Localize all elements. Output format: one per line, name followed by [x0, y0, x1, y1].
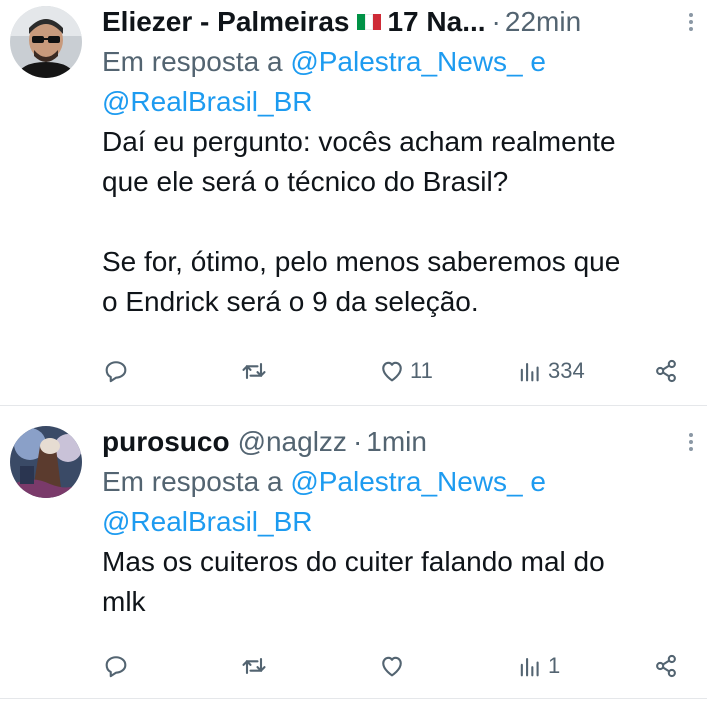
like-count: 11 — [410, 358, 433, 383]
reply-button[interactable] — [102, 351, 134, 391]
separator: · — [491, 6, 501, 37]
share-icon — [656, 654, 676, 678]
timestamp[interactable]: 22min — [505, 6, 581, 38]
mention-link[interactable]: @RealBrasil_BR — [102, 506, 313, 537]
heart-icon — [382, 361, 402, 382]
action-bar: 11 334 — [102, 351, 687, 391]
more-icon[interactable] — [687, 10, 695, 34]
reply-context: Em resposta a @Palestra_News_ e — [102, 462, 687, 502]
mention-link[interactable]: @Palestra_News_ e — [290, 46, 546, 77]
tweet-header: purosuco @naglzz · 1min — [102, 422, 687, 462]
share-button[interactable] — [652, 351, 680, 391]
reply-icon — [105, 361, 127, 383]
like-button[interactable] — [378, 646, 410, 686]
mention-link[interactable]: @Palestra_News_ e — [290, 466, 546, 497]
tweet-text: Daí eu pergunto: vocês acham realmente q… — [102, 126, 621, 317]
reply-icon — [105, 656, 127, 678]
heart-icon — [382, 656, 402, 677]
author-name[interactable]: Eliezer - Palmeiras — [102, 6, 349, 38]
action-bar: 1 — [102, 646, 687, 686]
author-name-suffix[interactable]: 17 Na... — [387, 6, 485, 38]
reply-prefix: Em resposta a — [102, 46, 283, 77]
views-button[interactable]: 334 — [516, 351, 585, 391]
more-icon[interactable] — [687, 430, 695, 454]
retweet-button[interactable] — [240, 351, 272, 391]
reply-context: Em resposta a @Palestra_News_ e — [102, 42, 687, 82]
tweet-header: Eliezer - Palmeiras 17 Na... · 22min — [102, 2, 687, 42]
tweet[interactable]: Eliezer - Palmeiras 17 Na... · 22min Em … — [0, 0, 707, 405]
views-count: 1 — [548, 653, 561, 678]
retweet-icon — [242, 362, 266, 380]
italy-flag-icon — [357, 14, 382, 30]
views-count: 334 — [548, 358, 585, 383]
author-handle[interactable]: @naglzz — [238, 426, 347, 458]
timestamp[interactable]: 1min — [366, 426, 427, 458]
share-icon — [656, 359, 676, 383]
avatar[interactable] — [10, 6, 82, 78]
retweet-icon — [242, 657, 266, 675]
tweet-text: Mas os cuiteros do cuiter falando mal do… — [102, 546, 605, 617]
reply-context-line2: @RealBrasil_BR — [102, 502, 687, 542]
like-button[interactable]: 11 — [378, 351, 433, 391]
share-button[interactable] — [652, 646, 680, 686]
separator: · — [352, 426, 363, 457]
reply-prefix: Em resposta a — [102, 466, 283, 497]
retweet-button[interactable] — [240, 646, 272, 686]
views-icon — [520, 362, 539, 382]
divider — [0, 698, 707, 699]
views-button[interactable]: 1 — [516, 646, 560, 686]
reply-context-line2: @RealBrasil_BR — [102, 82, 687, 122]
views-icon — [520, 657, 539, 677]
tweet[interactable]: purosuco @naglzz · 1min Em resposta a @P… — [0, 406, 707, 698]
mention-link[interactable]: @RealBrasil_BR — [102, 86, 313, 117]
avatar[interactable] — [10, 426, 82, 498]
author-name[interactable]: purosuco — [102, 426, 230, 458]
reply-button[interactable] — [102, 646, 134, 686]
